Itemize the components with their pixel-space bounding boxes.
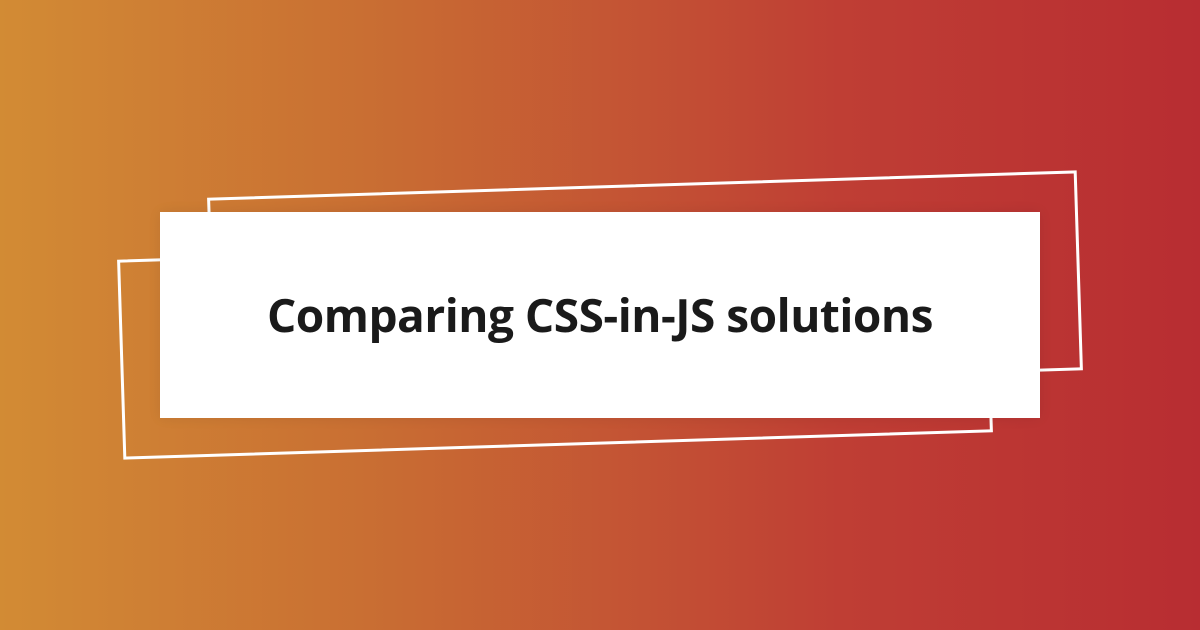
card-wrapper: Comparing CSS-in-JS solutions bbox=[160, 212, 1040, 418]
title-card: Comparing CSS-in-JS solutions bbox=[160, 212, 1040, 418]
page-title: Comparing CSS-in-JS solutions bbox=[200, 284, 1000, 346]
gradient-background: Comparing CSS-in-JS solutions bbox=[0, 0, 1200, 630]
